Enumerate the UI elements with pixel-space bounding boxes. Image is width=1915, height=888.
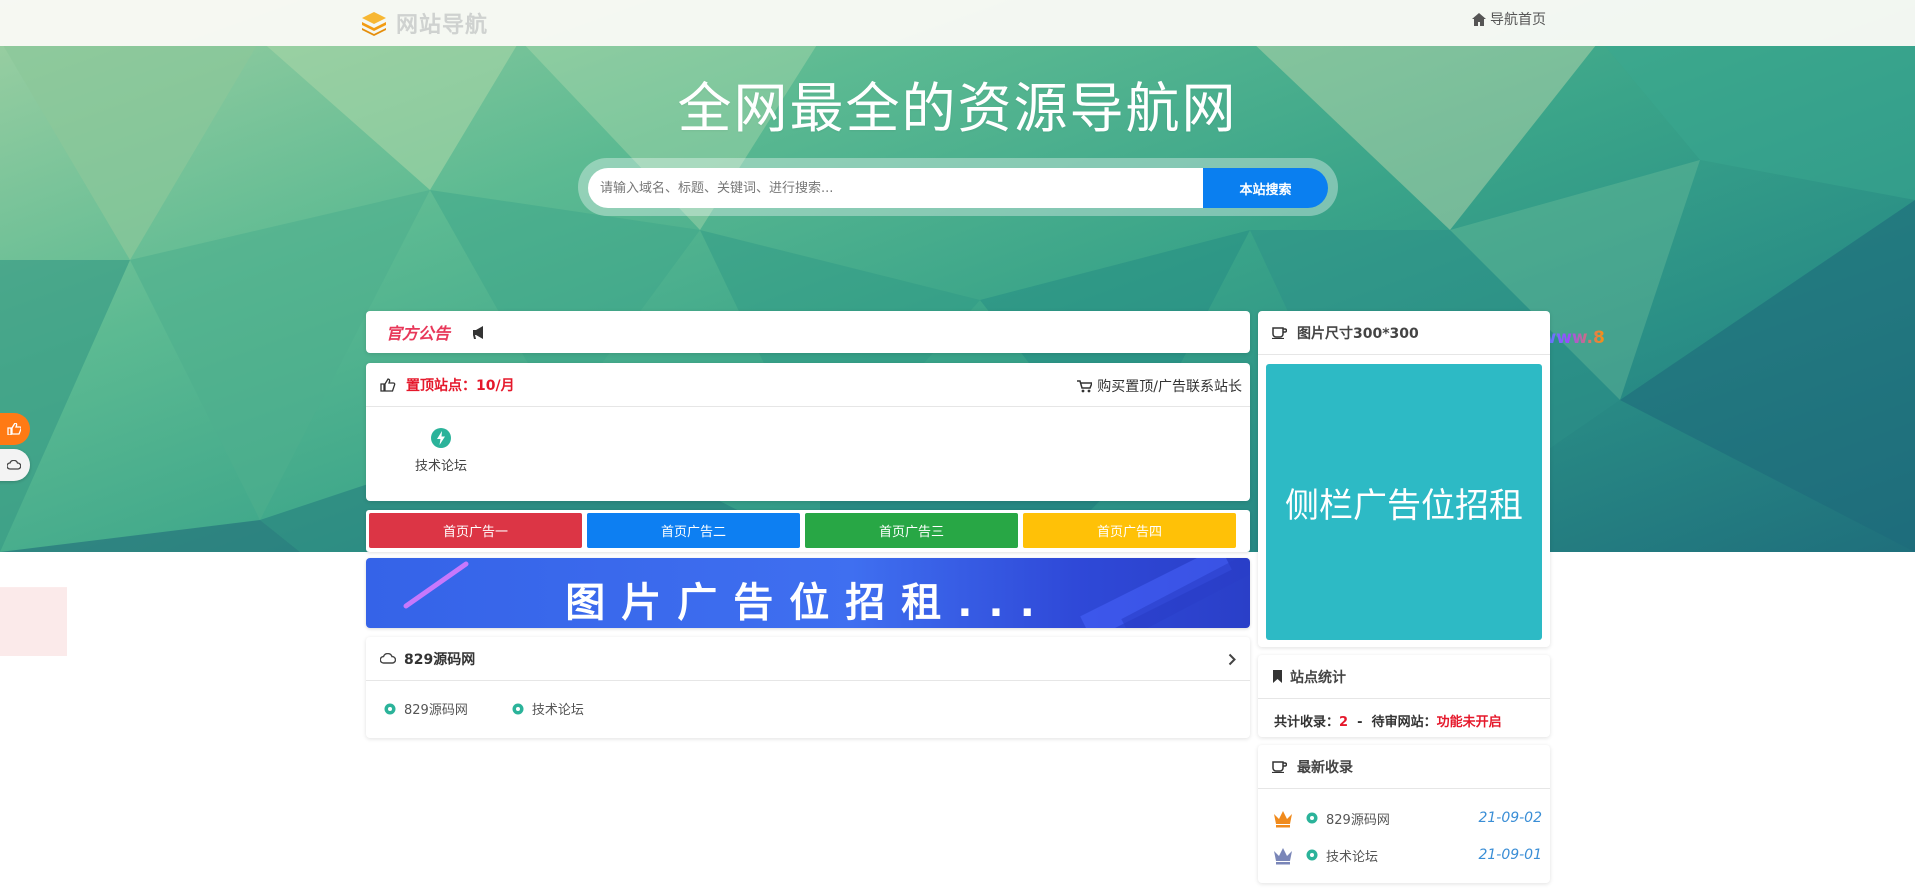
cloud-icon (7, 460, 21, 470)
top-sites-header: 置顶站点：10/月 购买置顶/广告联系站长 (366, 363, 1250, 407)
site-pin-icon (384, 703, 396, 714)
crown-gold-icon (1274, 811, 1292, 828)
site-logo[interactable]: 网站导航 (360, 6, 488, 40)
cart-icon (1077, 379, 1093, 392)
hero-title: 全网最全的资源导航网 (677, 77, 1238, 140)
latest-site-row[interactable]: 技术论坛 21-09-01 (1272, 840, 1542, 870)
stats-total-label: 共计收录： (1274, 715, 1340, 730)
category-link[interactable]: 829源码网 (384, 699, 468, 718)
cloud-icon (380, 653, 396, 664)
sidebar-ad-image[interactable]: 侧栏广告位招租 (1266, 364, 1542, 640)
latest-site-name: 829源码网 (1326, 812, 1390, 828)
buy-top-link[interactable]: 购买置顶/广告联系站长 (1077, 376, 1242, 396)
category-title: 829源码网 (404, 651, 476, 668)
logo-text: 网站导航 (396, 13, 489, 38)
category-panel: 829源码网 829源码网 技术论坛 (366, 637, 1250, 738)
text-ad-row: 首页广告一 首页广告二 首页广告三 首页广告四 (366, 510, 1250, 552)
latest-site-date: 21-09-01 (1478, 847, 1542, 863)
latest-sites-header: 最新收录 (1258, 745, 1550, 789)
nav-home-label: 导航首页 (1490, 12, 1546, 28)
top-navbar: 网站导航 导航首页 (0, 0, 1915, 46)
coffee-icon (1272, 326, 1287, 339)
chevron-right-icon[interactable] (1228, 653, 1236, 666)
search-bar: 本站搜索 (578, 158, 1338, 216)
text-ad-3[interactable]: 首页广告三 (805, 513, 1018, 548)
category-link-label: 技术论坛 (531, 703, 584, 718)
layers-icon (362, 12, 386, 36)
site-stats-line: 共计收录：2 - 待审网站：功能未开启 (1274, 711, 1502, 730)
banner-text: 图片广告位招租... (565, 580, 1051, 626)
coffee-icon (1272, 760, 1287, 773)
home-icon (1472, 12, 1486, 26)
site-pin-icon (1306, 849, 1318, 861)
image-ad-banner[interactable]: 图片广告位招租... (366, 558, 1250, 628)
site-stats-header: 站点统计 (1258, 655, 1550, 699)
crown-silver-icon (1274, 848, 1292, 865)
search-button[interactable]: 本站搜索 (1203, 168, 1328, 208)
latest-site-name: 技术论坛 (1326, 849, 1379, 865)
stats-separator: - (1357, 715, 1363, 730)
site-stats-title: 站点统计 (1290, 669, 1346, 686)
announcement-bar: 官方公告 829源码网www.829 (366, 311, 1606, 353)
top-site-label: 技术论坛 (414, 459, 467, 474)
top-sites-panel: 置顶站点：10/月 购买置顶/广告联系站长 技术论坛 (366, 363, 1250, 501)
megaphone-icon (473, 325, 484, 339)
site-pin-icon (1306, 812, 1318, 824)
bookmark-icon (1273, 670, 1282, 683)
text-ad-4[interactable]: 首页广告四 (1023, 513, 1236, 548)
thumbs-up-icon (7, 423, 21, 435)
category-link-label: 829源码网 (404, 703, 468, 718)
search-input[interactable] (588, 168, 1213, 208)
latest-site-row[interactable]: 829源码网 21-09-02 (1272, 803, 1542, 833)
stats-pending-label: 待审网站： (1371, 715, 1437, 730)
announcement-label: 官方公告 (386, 324, 451, 343)
stats-total-value: 2 (1339, 715, 1349, 730)
sidebar-ad-title: 图片尺寸300*300 (1297, 325, 1419, 342)
category-header[interactable]: 829源码网 (366, 637, 1250, 681)
buy-top-label: 购买置顶/广告联系站长 (1097, 379, 1242, 395)
nav-home-link[interactable]: 导航首页 (1472, 9, 1546, 29)
site-pin-icon (512, 703, 524, 714)
top-site-tile[interactable]: 技术论坛 (406, 427, 476, 474)
site-stats-panel: 站点统计 共计收录：2 - 待审网站：功能未开启 (1258, 655, 1550, 737)
text-ad-1[interactable]: 首页广告一 (369, 513, 582, 548)
site-favicon-icon (431, 428, 451, 448)
top-sites-title: 置顶站点：10/月 (406, 377, 515, 394)
stats-pending-value: 功能未开启 (1436, 715, 1502, 730)
category-link[interactable]: 技术论坛 (512, 699, 584, 718)
latest-sites-panel: 最新收录 829源码网 21-09-02 技术论坛 21-09-01 (1258, 745, 1550, 883)
latest-sites-title: 最新收录 (1297, 759, 1353, 776)
thumbs-up-icon (380, 377, 396, 392)
text-ad-2[interactable]: 首页广告二 (587, 513, 800, 548)
sidebar-ad-panel: 图片尺寸300*300 侧栏广告位招租 (1258, 311, 1550, 647)
category-links: 829源码网 技术论坛 (384, 699, 628, 718)
sidebar-ad-header: 图片尺寸300*300 (1258, 311, 1550, 355)
latest-site-date: 21-09-02 (1478, 810, 1542, 826)
